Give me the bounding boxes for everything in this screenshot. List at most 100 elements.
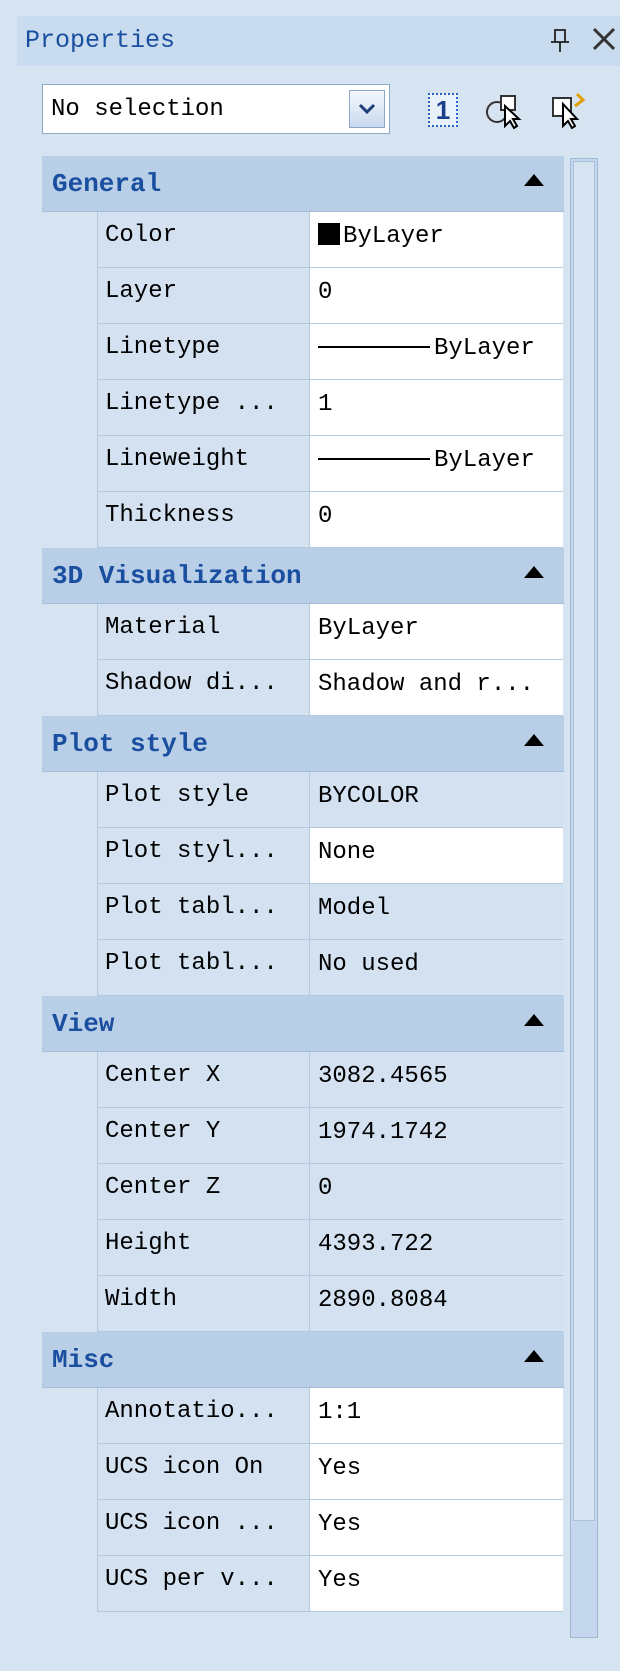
scrollbar-thumb[interactable] (573, 161, 595, 1521)
property-value-text: ByLayer (434, 447, 535, 474)
property-value[interactable]: 1:1 (309, 1388, 563, 1444)
property-row[interactable]: Width 2890.8084 (42, 1276, 564, 1332)
property-value[interactable]: 0 (309, 268, 563, 324)
property-value-text: 0 (318, 503, 333, 530)
property-row[interactable]: Shadow di... Shadow and r... (42, 660, 564, 716)
property-value: 0 (309, 1164, 563, 1220)
property-name: Shadow di... (97, 660, 309, 716)
close-icon[interactable] (589, 24, 619, 54)
property-value-text: None (318, 839, 376, 866)
property-row[interactable]: Annotatio... 1:1 (42, 1388, 564, 1444)
property-value[interactable]: ByLayer (309, 436, 563, 492)
property-row[interactable]: Center X 3082.4565 (42, 1052, 564, 1108)
collapse-arrow-icon[interactable] (524, 566, 544, 578)
property-name: Thickness (97, 492, 309, 548)
property-row[interactable]: Plot style BYCOLOR (42, 772, 564, 828)
property-row[interactable]: Plot tabl... No used (42, 940, 564, 996)
category-header[interactable]: Misc (42, 1332, 564, 1388)
category-header[interactable]: View (42, 996, 564, 1052)
property-value[interactable]: 0 (309, 492, 563, 548)
property-row[interactable]: Color ByLayer (42, 212, 564, 268)
property-value[interactable]: Yes (309, 1500, 563, 1556)
property-row[interactable]: UCS per v... Yes (42, 1556, 564, 1612)
collapse-arrow-icon[interactable] (524, 1014, 544, 1026)
property-value-text: 1 (318, 391, 333, 418)
property-row[interactable]: Linetype ... 1 (42, 380, 564, 436)
property-row[interactable]: Center Z 0 (42, 1164, 564, 1220)
property-row[interactable]: Plot tabl... Model (42, 884, 564, 940)
collapse-arrow-icon[interactable] (524, 174, 544, 186)
panel-title-bar[interactable]: Properties (17, 16, 620, 66)
property-grid[interactable]: General Color ByLayer Layer 0 Linetype ByLayer… (42, 156, 564, 1654)
property-row[interactable]: Layer 0 (42, 268, 564, 324)
property-value[interactable]: ByLayer (309, 324, 563, 380)
property-name: Center Z (97, 1164, 309, 1220)
category-header[interactable]: General (42, 156, 564, 212)
property-value-text: ByLayer (343, 223, 444, 250)
property-name: Plot style (97, 772, 309, 828)
property-value[interactable]: None (309, 828, 563, 884)
quick-select-button[interactable]: 1 (420, 84, 466, 136)
property-value: 2890.8084 (309, 1276, 563, 1332)
line-sample (318, 458, 430, 460)
property-value-text: BYCOLOR (318, 783, 419, 810)
line-sample (318, 346, 430, 348)
property-value-text: Yes (318, 1455, 362, 1482)
select-objects-icon (486, 95, 522, 130)
property-row[interactable]: UCS icon ... Yes (42, 1500, 564, 1556)
category-label: Misc (52, 1345, 115, 1375)
collapse-arrow-icon[interactable] (524, 734, 544, 746)
property-value-text: 0 (318, 1175, 333, 1202)
property-row[interactable]: Plot styl... None (42, 828, 564, 884)
property-value-text: 0 (318, 279, 333, 306)
property-name: Height (97, 1220, 309, 1276)
property-value-text: ByLayer (318, 615, 419, 642)
property-value[interactable]: Yes (309, 1556, 563, 1612)
select-objects-button[interactable] (480, 84, 526, 136)
selection-dropdown[interactable]: No selection (42, 84, 390, 134)
quick-select-icon: 1 (428, 93, 458, 127)
pickadd-icon (552, 92, 586, 130)
property-value[interactable]: Yes (309, 1444, 563, 1500)
property-name: Plot tabl... (97, 940, 309, 996)
collapse-arrow-icon[interactable] (524, 1350, 544, 1362)
property-row[interactable]: Thickness 0 (42, 492, 564, 548)
property-name: UCS icon ... (97, 1500, 309, 1556)
property-name: Layer (97, 268, 309, 324)
property-name: Color (97, 212, 309, 268)
property-value[interactable]: Shadow and r... (309, 660, 563, 716)
property-value[interactable]: ByLayer (309, 212, 563, 268)
chevron-down-icon[interactable] (349, 90, 385, 128)
category-header[interactable]: Plot style (42, 716, 564, 772)
property-row[interactable]: Center Y 1974.1742 (42, 1108, 564, 1164)
property-name: Annotatio... (97, 1388, 309, 1444)
property-value-text: 1:1 (318, 1399, 362, 1426)
property-name: UCS icon On (97, 1444, 309, 1500)
color-swatch (318, 223, 340, 245)
property-value-text: 1974.1742 (318, 1119, 448, 1146)
vertical-scrollbar[interactable] (570, 158, 598, 1638)
property-row[interactable]: Linetype ByLayer (42, 324, 564, 380)
property-row[interactable]: Lineweight ByLayer (42, 436, 564, 492)
property-name: Width (97, 1276, 309, 1332)
property-row[interactable]: UCS icon On Yes (42, 1444, 564, 1500)
property-value[interactable]: 1 (309, 380, 563, 436)
toggle-pickadd-button[interactable] (546, 84, 592, 136)
property-name: Center Y (97, 1108, 309, 1164)
category-header[interactable]: 3D Visualization (42, 548, 564, 604)
panel-title: Properties (25, 26, 176, 55)
property-name: Center X (97, 1052, 309, 1108)
property-value: 4393.722 (309, 1220, 563, 1276)
property-value: 1974.1742 (309, 1108, 563, 1164)
property-name: Linetype ... (97, 380, 309, 436)
property-name: Material (97, 604, 309, 660)
property-row[interactable]: Material ByLayer (42, 604, 564, 660)
property-row[interactable]: Height 4393.722 (42, 1220, 564, 1276)
property-name: Lineweight (97, 436, 309, 492)
pin-icon[interactable] (547, 26, 573, 54)
category-label: View (52, 1009, 115, 1039)
category-label: Plot style (52, 729, 209, 759)
property-value-text: 4393.722 (318, 1231, 434, 1258)
property-name: Plot styl... (97, 828, 309, 884)
property-value[interactable]: ByLayer (309, 604, 563, 660)
